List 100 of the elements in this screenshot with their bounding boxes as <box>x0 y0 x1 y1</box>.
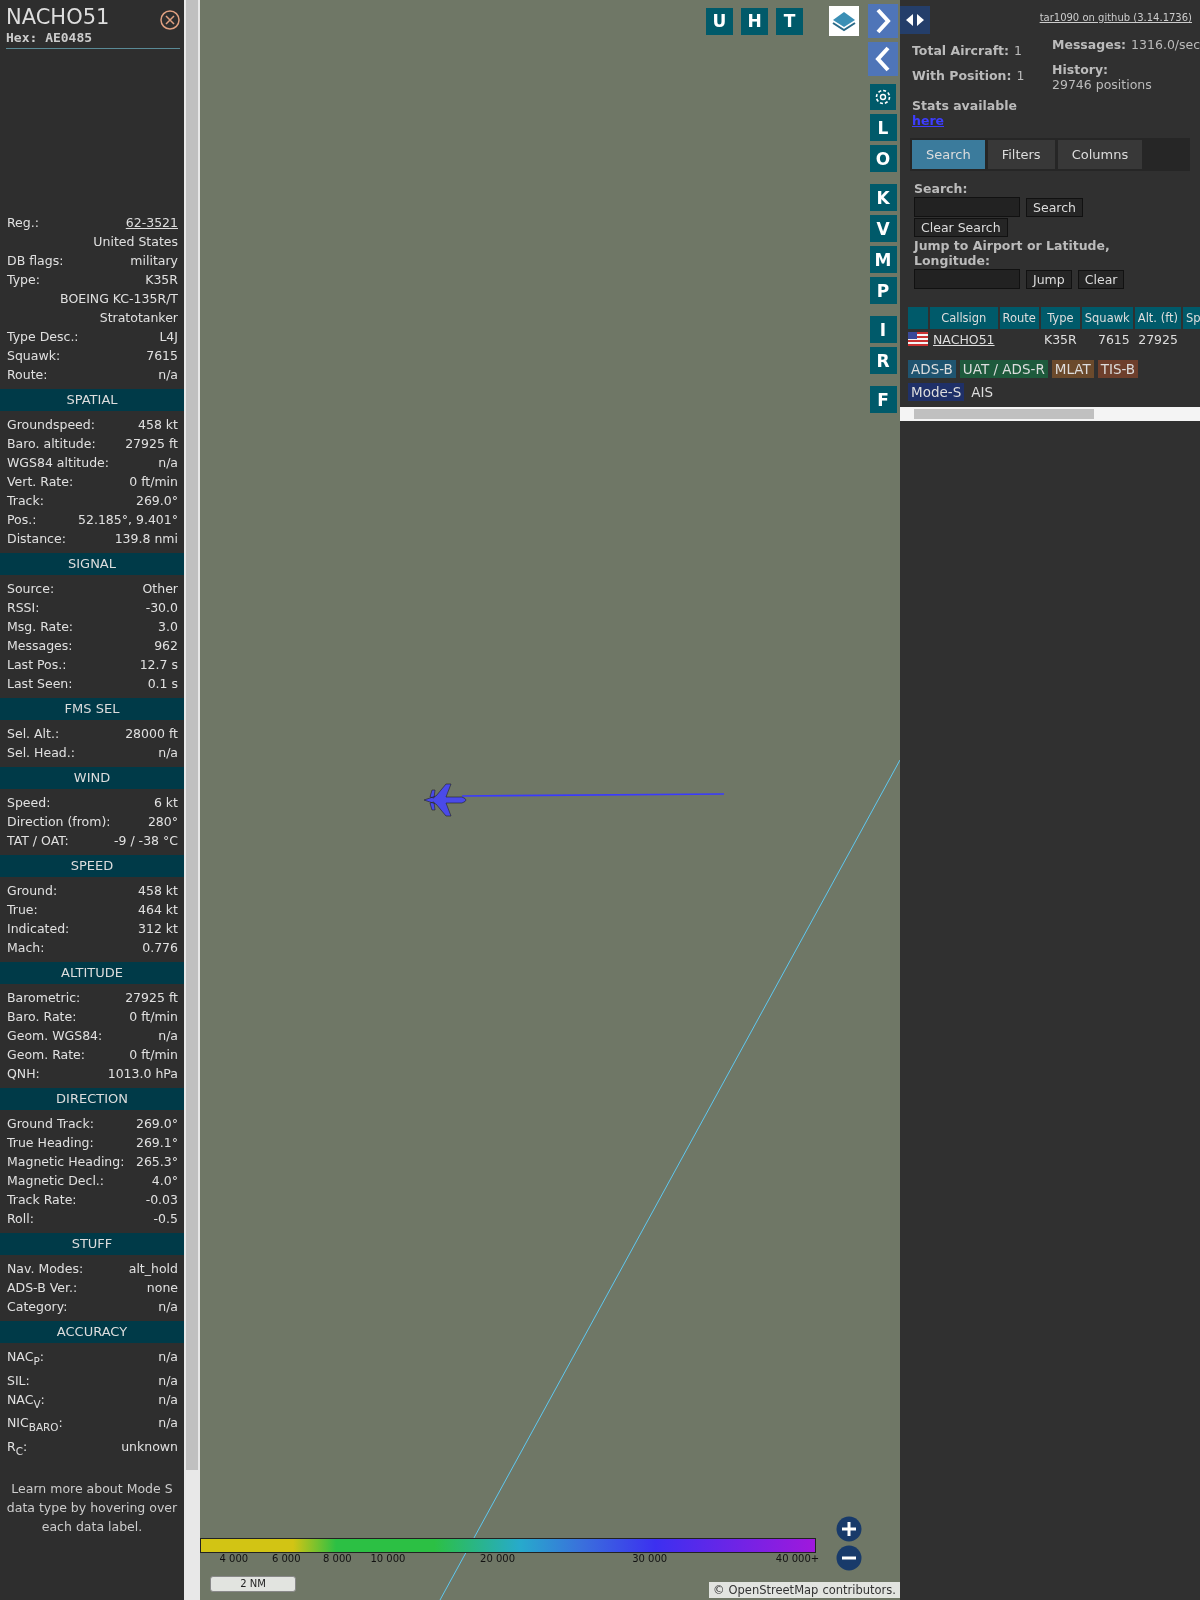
section-header: ALTITUDE <box>0 962 184 984</box>
stat-label: Total Aircraft: <box>912 43 1010 58</box>
search-button[interactable]: Search <box>1026 197 1083 217</box>
expand-toggle-icon[interactable] <box>900 6 930 34</box>
help-note: Learn more about Mode S data type by hovering over each data label. <box>5 1480 179 1536</box>
column-header[interactable]: Squawk <box>1081 307 1133 329</box>
column-header[interactable]: Route <box>999 307 1039 329</box>
info-value: 0 ft/min <box>129 1008 178 1026</box>
info-label: Ground: <box>7 882 58 900</box>
map-button[interactable]: R <box>869 347 897 374</box>
column-header[interactable]: Type <box>1040 307 1080 329</box>
column-header[interactable]: Alt. (ft) <box>1134 307 1181 329</box>
map-button[interactable]: K <box>869 184 897 211</box>
zoom-out-icon[interactable] <box>836 1545 862 1571</box>
info-value: 27925 ft <box>125 435 178 453</box>
callsign-link[interactable]: NACHO51 <box>933 332 995 347</box>
info-label: NAC$_{V}$: <box>7 1390 45 1411</box>
column-header[interactable]: Sp <box>1183 307 1200 329</box>
attribution-text: contributors. <box>822 1583 896 1597</box>
scrollbar[interactable] <box>184 0 200 1600</box>
column-header <box>908 307 928 329</box>
info-value: 0 ft/min <box>129 1046 178 1064</box>
map-button[interactable]: H <box>741 7 768 35</box>
section-header: SPEED <box>0 855 184 877</box>
attribution-link[interactable]: OpenStreetMap <box>728 1583 819 1597</box>
info-value: 4.0° <box>151 1172 178 1190</box>
stat-label: Messages: <box>1052 37 1127 54</box>
close-icon[interactable] <box>160 10 180 30</box>
map-button[interactable]: P <box>869 277 897 304</box>
info-label: Groundspeed: <box>7 416 95 434</box>
clear-search-button[interactable]: Clear Search <box>914 218 1008 237</box>
legend-label: 4 000 <box>219 1553 249 1564</box>
info-value: unknown <box>121 1437 178 1456</box>
info-label: TAT / OAT: <box>7 832 69 850</box>
jump-label: Jump to Airport or Latitude, Longitude: <box>914 238 1111 268</box>
info-value: 0 ft/min <box>129 473 178 491</box>
map-button[interactable]: F <box>869 386 897 413</box>
info-label: Distance: <box>7 530 66 548</box>
scrollbar[interactable] <box>900 407 1200 421</box>
map-button[interactable]: M <box>869 246 897 273</box>
info-label: Squawk: <box>7 347 61 365</box>
zoom-in-icon[interactable] <box>836 1516 862 1542</box>
info-value: K35R <box>145 271 178 289</box>
table-cell-text: K35R <box>1042 331 1078 349</box>
stat-label: History: <box>1052 62 1109 77</box>
legend-label: 30 000 <box>632 1553 668 1564</box>
info-label: Messages: <box>7 637 73 655</box>
info-value: none <box>146 1279 178 1297</box>
source-tag: TIS-B <box>1097 360 1139 378</box>
tab[interactable]: Columns <box>1057 140 1143 169</box>
scale-bar: 2 NM <box>210 1576 296 1592</box>
column-header[interactable]: Callsign <box>930 307 998 329</box>
info-label: WGS84 altitude: <box>7 454 110 472</box>
info-label: Baro. Rate: <box>7 1008 77 1026</box>
map-button[interactable]: O <box>869 145 897 172</box>
info-label: Last Seen: <box>7 675 73 693</box>
info-value: -30.0 <box>145 599 178 617</box>
section-header: ACCURACY <box>0 1321 184 1343</box>
map-background[interactable]: U H T L O K V M P I R F 4 000 6 000 8 000 10 000 20 000 30 000 40 000+ 2 NM © OpenStreetMap contributors. <box>200 0 900 1600</box>
map-button[interactable]: I <box>869 316 897 343</box>
info-label: Geom. Rate: <box>7 1046 86 1064</box>
source-tag: ADS-B <box>908 360 956 378</box>
info-value: 0.776 <box>142 939 178 957</box>
info-value: 52.185°, 9.401° <box>78 511 178 529</box>
info-label: Pos.: <box>7 511 37 529</box>
info-value: 139.8 nmi <box>114 530 178 548</box>
settings-icon[interactable] <box>870 84 896 110</box>
info-value: United States <box>93 233 178 251</box>
info-value: 269.1° <box>135 1134 178 1152</box>
chevron-right-icon[interactable] <box>868 4 898 38</box>
clear-button[interactable]: Clear <box>1077 269 1125 289</box>
info-value: n/a <box>158 1371 178 1390</box>
registration-link[interactable]: 62-3521 <box>125 213 178 232</box>
info-label: R$_{C}$: <box>7 1437 28 1458</box>
legend-label: 20 000 <box>480 1553 515 1564</box>
info-label: Type: <box>7 271 40 289</box>
tab[interactable]: Filters <box>987 140 1055 169</box>
aircraft-icon[interactable] <box>423 783 467 817</box>
info-label: Roll: <box>7 1210 34 1228</box>
info-label: True: <box>7 901 38 919</box>
stat-value: 1 <box>1016 68 1025 85</box>
map-button[interactable]: L <box>869 114 897 141</box>
tab[interactable]: Search <box>912 140 985 169</box>
info-value: 27925 ft <box>125 989 178 1007</box>
search-field[interactable] <box>914 197 1020 217</box>
stat-label: With Position: <box>912 68 1012 85</box>
jump-field[interactable] <box>914 269 1020 289</box>
hex-code: Hex: AE0485 <box>6 30 94 45</box>
github-link[interactable]: tar1090 on github (3.14.1736) <box>1039 12 1192 23</box>
map-button[interactable]: T <box>776 7 803 35</box>
chevron-left-icon[interactable] <box>868 42 898 76</box>
jump-button[interactable]: Jump <box>1026 269 1072 289</box>
section-header: WIND <box>0 767 184 789</box>
info-value: n/a <box>158 366 178 384</box>
flag-icon <box>908 332 928 346</box>
map-button[interactable]: U <box>706 7 733 35</box>
section-header: SIGNAL <box>0 553 184 575</box>
layers-icon[interactable] <box>829 6 859 36</box>
info-label: Sel. Alt.: <box>7 725 60 743</box>
map-button[interactable]: V <box>869 215 897 242</box>
